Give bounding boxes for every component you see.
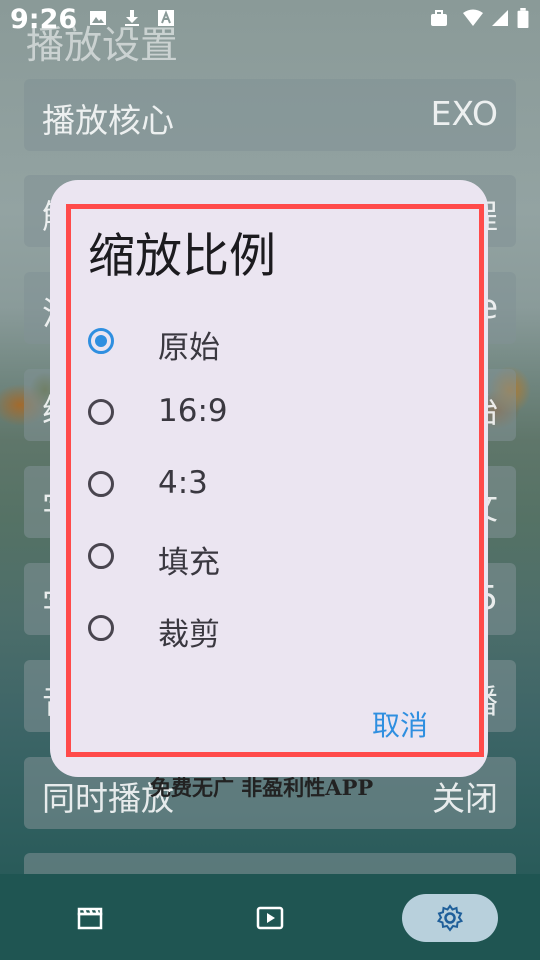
- clapperboard-icon: [77, 907, 103, 930]
- gear-icon: [436, 904, 464, 932]
- briefcase-icon: [431, 10, 447, 26]
- setting-value: 关闭: [432, 779, 498, 818]
- setting-row-player-core[interactable]: 播放核心 EXO: [24, 79, 516, 151]
- wifi-icon: [463, 9, 483, 26]
- nav-movies[interactable]: [42, 894, 138, 942]
- play-icon: [256, 906, 284, 930]
- battery-icon: [517, 8, 529, 28]
- nav-settings[interactable]: [402, 894, 498, 942]
- bottom-navigation: [0, 874, 540, 960]
- page-title: 播放设置: [26, 23, 179, 67]
- highlight-box: [66, 204, 484, 757]
- signal-icon: [492, 10, 508, 26]
- setting-label: 播放核心: [42, 101, 174, 140]
- setting-value: EXO: [430, 94, 498, 133]
- nav-player[interactable]: [222, 894, 318, 942]
